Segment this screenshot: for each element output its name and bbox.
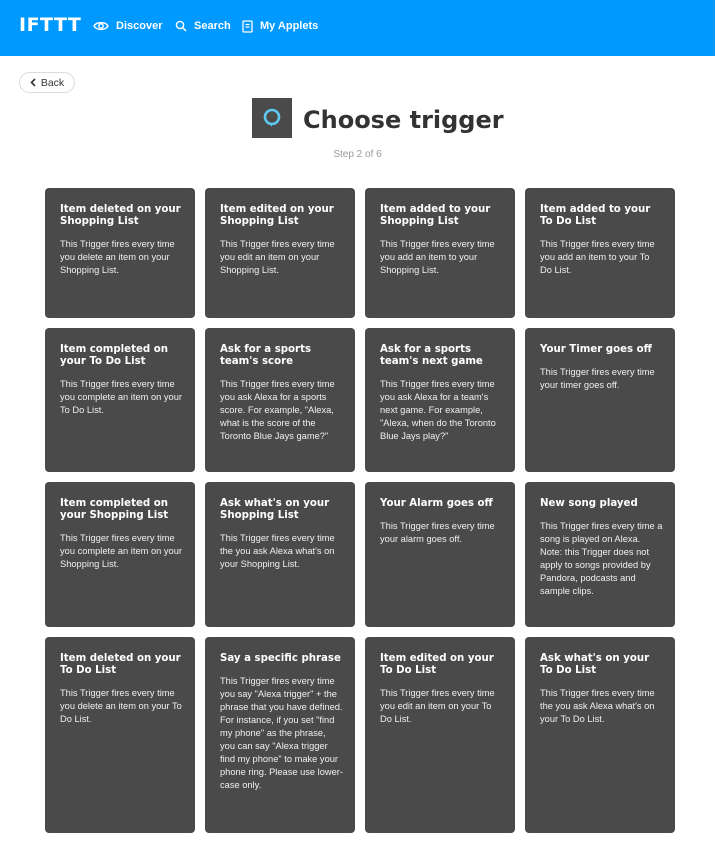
trigger-title: Item edited on your Shopping List xyxy=(220,204,334,227)
nav-search[interactable]: Search xyxy=(175,17,231,35)
back-button[interactable]: Back xyxy=(19,72,75,93)
trigger-title: Item completed on your Shopping List xyxy=(60,498,169,521)
trigger-title: Item deleted on your To Do List xyxy=(60,653,181,676)
trigger-description: This Trigger fires every time you say "A… xyxy=(220,676,343,790)
trigger-card[interactable]: New song played This Trigger fires every… xyxy=(525,482,675,627)
trigger-title: Ask what's on your To Do List xyxy=(540,653,650,676)
trigger-description: This Trigger fires every time the you as… xyxy=(540,688,655,724)
trigger-card[interactable]: Item added to your Shopping List This Tr… xyxy=(365,188,515,318)
trigger-card[interactable]: Item edited on your To Do List This Trig… xyxy=(365,637,515,833)
applets-icon xyxy=(242,19,253,33)
trigger-description: This Trigger fires every time you edit a… xyxy=(380,688,495,724)
search-icon xyxy=(175,20,187,32)
trigger-card[interactable]: Your Timer goes off This Trigger fires e… xyxy=(525,328,675,472)
trigger-description: This Trigger fires every time a song is … xyxy=(540,521,663,596)
trigger-description: This Trigger fires every time you ask Al… xyxy=(380,379,496,441)
trigger-title: Item completed on your To Do List xyxy=(60,344,168,367)
trigger-description: This Trigger fires every time you delete… xyxy=(60,239,175,275)
nav-search-label: Search xyxy=(194,20,231,32)
trigger-title: Ask what's on your Shopping List xyxy=(220,498,330,521)
trigger-description: This Trigger fires every time the you as… xyxy=(220,533,335,569)
trigger-title: New song played xyxy=(540,498,638,509)
nav-discover[interactable]: Discover xyxy=(93,17,162,35)
trigger-title: Ask for a sports team's score xyxy=(220,344,312,367)
trigger-title: Item added to your To Do List xyxy=(540,204,651,227)
trigger-title: Item added to your Shopping List xyxy=(380,204,491,227)
trigger-title: Ask for a sports team's next game xyxy=(380,344,483,367)
trigger-description: This Trigger fires every time your alarm… xyxy=(380,521,495,544)
trigger-title: Your Timer goes off xyxy=(540,344,652,355)
trigger-card[interactable]: Ask for a sports team's next game This T… xyxy=(365,328,515,472)
chevron-left-icon xyxy=(30,78,36,87)
nav-discover-label: Discover xyxy=(116,20,163,32)
ifttt-logo[interactable]: IFTTT xyxy=(19,14,81,36)
trigger-card[interactable]: Item deleted on your Shopping List This … xyxy=(45,188,195,318)
trigger-card[interactable]: Your Alarm goes off This Trigger fires e… xyxy=(365,482,515,627)
trigger-card[interactable]: Ask what's on your To Do List This Trigg… xyxy=(525,637,675,833)
eye-icon xyxy=(93,21,109,31)
trigger-description: This Trigger fires every time you add an… xyxy=(380,239,495,275)
trigger-title: Item deleted on your Shopping List xyxy=(60,204,181,227)
alexa-icon xyxy=(252,98,292,138)
trigger-description: This Trigger fires every time you edit a… xyxy=(220,239,335,275)
trigger-description: This Trigger fires every time you ask Al… xyxy=(220,379,335,441)
trigger-card[interactable]: Say a specific phrase This Trigger fires… xyxy=(205,637,355,833)
trigger-card[interactable]: Item deleted on your To Do List This Tri… xyxy=(45,637,195,833)
step-indicator: Step 2 of 6 xyxy=(333,149,382,160)
trigger-card[interactable]: Item completed on your Shopping List Thi… xyxy=(45,482,195,627)
trigger-card[interactable]: Item added to your To Do List This Trigg… xyxy=(525,188,675,318)
trigger-card[interactable]: Item edited on your Shopping List This T… xyxy=(205,188,355,318)
trigger-title: Say a specific phrase xyxy=(220,653,341,664)
nav-my-applets[interactable]: My Applets xyxy=(242,17,318,35)
page-title: Choose trigger xyxy=(303,106,504,134)
trigger-card[interactable]: Item completed on your To Do List This T… xyxy=(45,328,195,472)
trigger-description: This Trigger fires every time you comple… xyxy=(60,533,182,569)
trigger-description: This Trigger fires every time you add an… xyxy=(540,239,655,275)
trigger-card[interactable]: Ask for a sports team's score This Trigg… xyxy=(205,328,355,472)
trigger-title: Your Alarm goes off xyxy=(380,498,493,509)
nav-my-applets-label: My Applets xyxy=(260,20,319,32)
trigger-description: This Trigger fires every time you delete… xyxy=(60,688,182,724)
trigger-description: This Trigger fires every time your timer… xyxy=(540,367,655,390)
back-label: Back xyxy=(40,76,65,89)
top-navigation-bar: IFTTT Discover Search My Applets xyxy=(0,0,715,56)
trigger-card[interactable]: Ask what's on your Shopping List This Tr… xyxy=(205,482,355,627)
trigger-description: This Trigger fires every time you comple… xyxy=(60,379,182,415)
trigger-title: Item edited on your To Do List xyxy=(380,653,494,676)
